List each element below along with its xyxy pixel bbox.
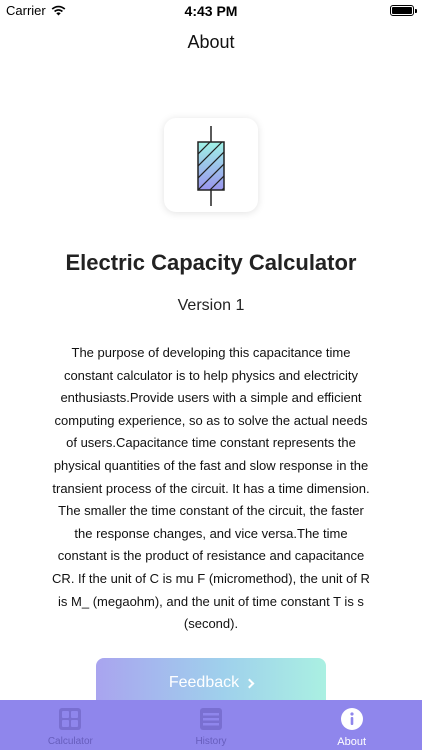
tab-history[interactable]: History <box>141 700 282 750</box>
status-bar: Carrier 4:43 PM <box>0 0 422 22</box>
page-title: About <box>187 32 235 52</box>
tab-label: History <box>195 736 227 747</box>
app-description: The purpose of developing this capacitan… <box>52 345 370 632</box>
grid-icon <box>59 708 82 730</box>
tab-bar: Calculator History About <box>0 700 422 750</box>
tab-label: About <box>337 736 367 748</box>
app-logo <box>164 118 258 212</box>
app-version: Version 1 <box>177 297 245 314</box>
battery-icon <box>390 5 417 16</box>
tab-about[interactable]: About <box>281 700 422 750</box>
chevron-right-icon <box>244 678 255 689</box>
feedback-label: Feedback <box>168 674 240 691</box>
status-time: 4:43 PM <box>184 3 238 19</box>
app-name: Electric Capacity Calculator <box>65 250 357 275</box>
tab-label: Calculator <box>47 736 93 747</box>
info-icon <box>340 708 363 730</box>
list-icon <box>200 708 222 730</box>
resistor-icon <box>197 126 225 206</box>
tab-calculator[interactable]: Calculator <box>0 700 141 750</box>
